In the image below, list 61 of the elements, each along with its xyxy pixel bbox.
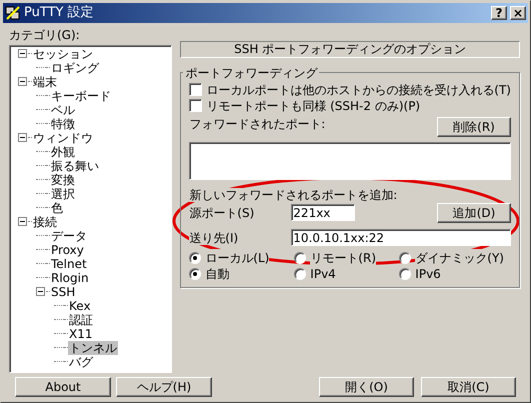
tree-item[interactable]: 端末	[32, 74, 58, 88]
title-bar-button[interactable]: ?	[491, 6, 507, 20]
radio-label: ダイナミック(Y)	[415, 248, 504, 266]
title-bar-button[interactable]: ×	[510, 6, 526, 20]
tree-item[interactable]: Kex	[68, 298, 92, 312]
checkbox[interactable]	[189, 99, 202, 112]
tree-item[interactable]: トンネル	[68, 340, 118, 354]
tree-item[interactable]: 接続	[32, 214, 58, 228]
group-title: ポートフォワーディング	[184, 64, 319, 82]
tree-toggle-icon[interactable]	[18, 217, 27, 226]
radio-label: ローカル(L)	[205, 248, 270, 266]
footer-button[interactable]: ヘルプ(H)	[116, 376, 212, 396]
tree-item[interactable]: キーボード	[50, 88, 112, 102]
radio-button[interactable]	[399, 268, 412, 280]
destination-field[interactable]: 10.0.10.1xx:22	[291, 229, 511, 246]
tree-item[interactable]: SSH	[50, 284, 76, 298]
tree-item[interactable]: Proxy	[50, 242, 85, 256]
footer-button[interactable]: About	[15, 376, 111, 396]
tree-item[interactable]: ロギング	[50, 60, 100, 74]
category-label: カテゴリ(G):	[9, 26, 81, 44]
tree-item[interactable]: セッション	[32, 46, 94, 60]
checkbox[interactable]	[189, 83, 202, 96]
tree-item[interactable]: 特徴	[50, 116, 76, 130]
tree-item[interactable]: 外観	[50, 144, 76, 158]
app-icon	[5, 4, 21, 21]
tree-item[interactable]: 選択	[50, 186, 76, 200]
tree-toggle-icon[interactable]	[36, 287, 45, 296]
radio-button[interactable]	[294, 268, 306, 280]
checkbox-label: ローカルポートは他のホストからの接続を受け入れる(T)	[206, 82, 511, 98]
tree-item[interactable]: 変換	[50, 172, 76, 186]
destination-label: 送り先(I)	[189, 230, 238, 244]
tree-item[interactable]: 色	[50, 200, 64, 214]
tree-toggle-icon[interactable]	[18, 133, 27, 142]
forwarded-ports-label: フォワードされたポート:	[189, 116, 326, 132]
forwarded-ports-list[interactable]	[189, 142, 511, 180]
add-port-label: 新しいフォワードされるポートを追加:	[189, 188, 398, 202]
tree-item[interactable]: バグ	[68, 354, 94, 368]
radio-button[interactable]	[399, 252, 412, 264]
radio-button[interactable]	[189, 268, 202, 280]
tree-item[interactable]: ウィンドウ	[32, 130, 94, 144]
source-port-field[interactable]: 221xx	[291, 204, 356, 221]
tree-item[interactable]: ベル	[50, 102, 76, 116]
tree-item[interactable]: 認証	[68, 312, 94, 326]
tree-toggle-icon[interactable]	[18, 49, 27, 58]
radio-button[interactable]	[189, 252, 202, 264]
tree-item[interactable]: Telnet	[50, 256, 88, 270]
checkbox-label: リモートポートも同様 (SSH-2 のみ)(P)	[206, 98, 420, 114]
tree-item[interactable]: X11	[68, 326, 94, 340]
footer-button[interactable]: 開く(O)	[319, 376, 414, 396]
footer-button[interactable]: 取消(C)	[421, 376, 516, 396]
tree-item[interactable]: データ	[50, 228, 88, 242]
source-port-label: 源ポート(S)	[189, 204, 256, 222]
add-button[interactable]: 追加(D)	[437, 202, 511, 222]
category-tree[interactable]: セッション ロギング 端末 キーボード ベル 特徴 ウィンドウ 外観 振る舞い 変換 選択 色 接続 データ Proxy Telnet Rlogin SSH Kex 認証 X11 トンネル バグ	[9, 44, 172, 372]
tree-item[interactable]: 振る舞い	[50, 158, 100, 172]
radio-button[interactable]	[294, 252, 306, 264]
panel-header: SSH ポートフォワーディングのオプション	[180, 40, 520, 58]
remove-button[interactable]: 削除(R)	[437, 116, 511, 136]
tree-toggle-icon[interactable]	[18, 77, 27, 86]
window-title: PuTTY 設定	[24, 4, 95, 22]
tree-item[interactable]: Rlogin	[50, 270, 90, 284]
